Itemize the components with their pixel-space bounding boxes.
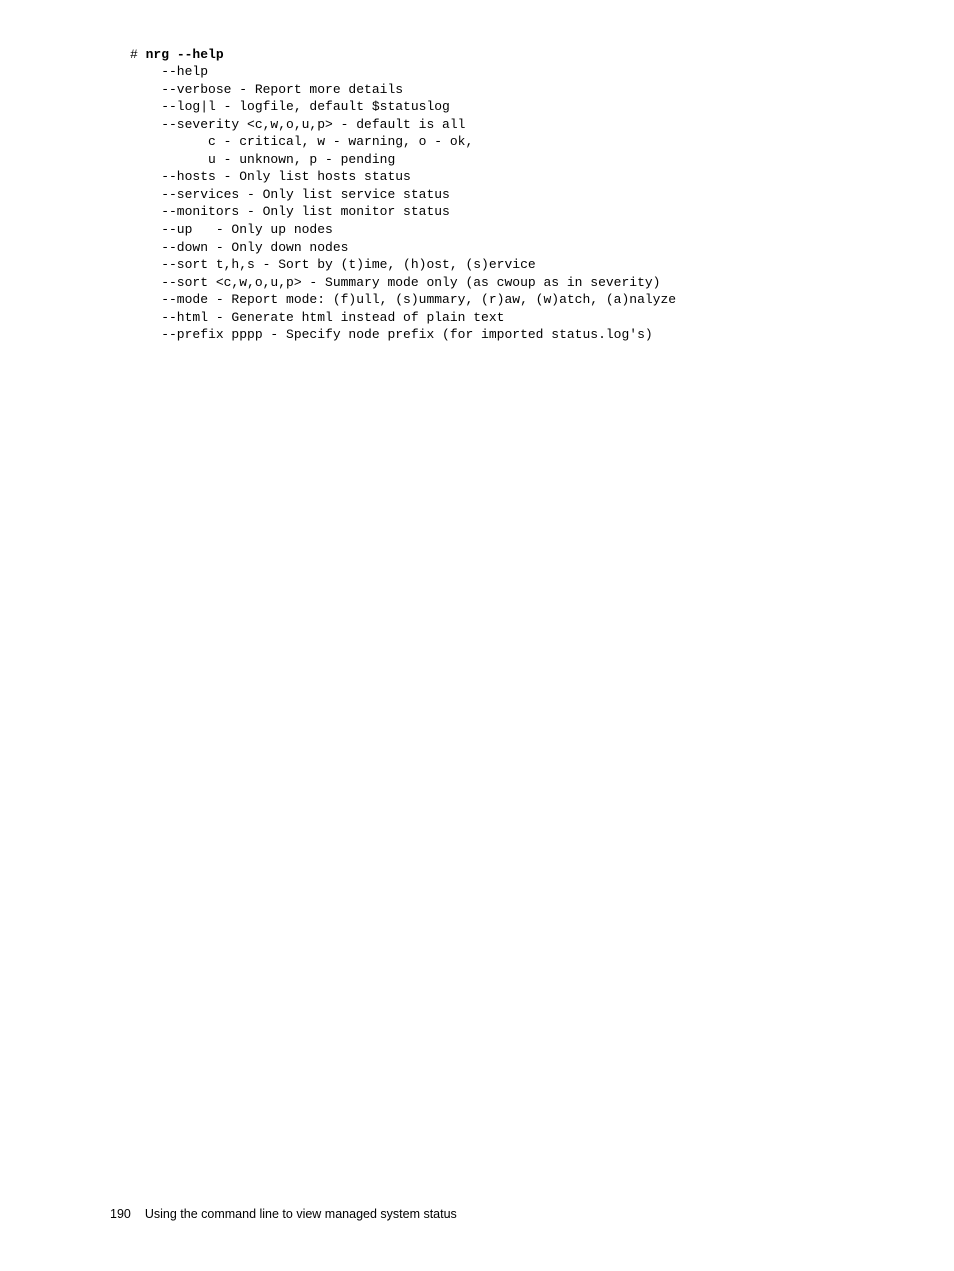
help-line: u - unknown, p - pending	[130, 152, 395, 167]
footer-title: Using the command line to view managed s…	[145, 1207, 457, 1221]
help-line: --mode - Report mode: (f)ull, (s)ummary,…	[130, 292, 676, 307]
help-line: --monitors - Only list monitor status	[130, 204, 450, 219]
shell-prompt: #	[130, 47, 146, 62]
help-line: --html - Generate html instead of plain …	[130, 310, 504, 325]
help-line: --down - Only down nodes	[130, 240, 348, 255]
help-line: --up - Only up nodes	[130, 222, 333, 237]
help-line: --sort <c,w,o,u,p> - Summary mode only (…	[130, 275, 661, 290]
command-text: nrg --help	[146, 47, 224, 62]
help-line: c - critical, w - warning, o - ok,	[130, 134, 473, 149]
help-line: --verbose - Report more details	[130, 82, 403, 97]
help-line: --prefix pppp - Specify node prefix (for…	[130, 327, 653, 342]
page-footer: 190 Using the command line to view manage…	[110, 1206, 457, 1223]
page-number: 190	[110, 1207, 131, 1221]
help-line: --help	[130, 64, 208, 79]
help-line: --sort t,h,s - Sort by (t)ime, (h)ost, (…	[130, 257, 536, 272]
help-output-block: # nrg --help --help --verbose - Report m…	[130, 28, 676, 344]
help-line: --severity <c,w,o,u,p> - default is all	[130, 117, 465, 132]
help-line: --hosts - Only list hosts status	[130, 169, 411, 184]
help-line: --log|l - logfile, default $statuslog	[130, 99, 450, 114]
help-line: --services - Only list service status	[130, 187, 450, 202]
